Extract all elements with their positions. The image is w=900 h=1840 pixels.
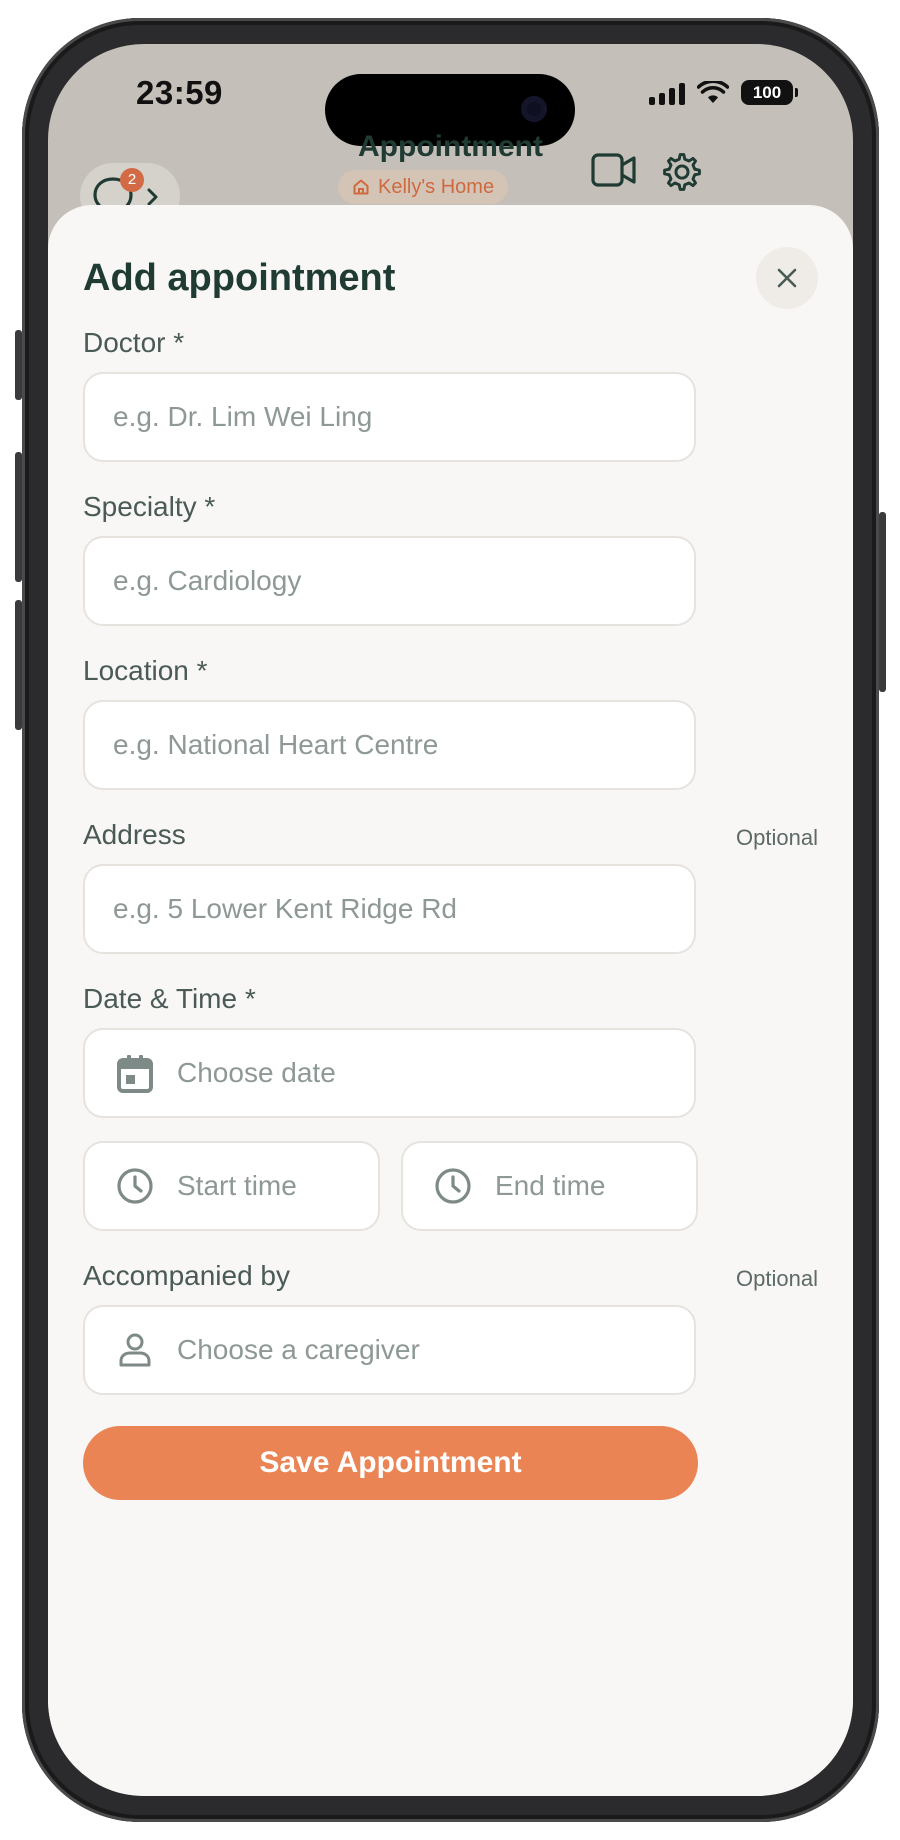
location-placeholder: e.g. National Heart Centre (113, 729, 439, 760)
status-time: 23:59 (136, 74, 223, 111)
location-input[interactable]: e.g. National Heart Centre (83, 700, 696, 790)
accompanied-optional-tag: Optional (736, 1266, 818, 1291)
datetime-label: Date & Time * (83, 983, 256, 1014)
notification-badge: 2 (120, 168, 144, 192)
end-time-picker[interactable]: End time (401, 1141, 698, 1231)
save-appointment-button[interactable]: Save Appointment (83, 1426, 698, 1500)
specialty-label: Specialty * (83, 491, 216, 522)
battery-indicator: 100 (741, 80, 798, 105)
page-title: Appointment (358, 130, 543, 163)
location-label: Location * (83, 655, 208, 686)
volume-up-button (15, 452, 22, 582)
caregiver-picker[interactable]: Choose a caregiver (83, 1305, 696, 1395)
address-input[interactable]: e.g. 5 Lower Kent Ridge Rd (83, 864, 696, 954)
calendar-icon (115, 1053, 155, 1093)
clock-icon (115, 1166, 155, 1206)
date-placeholder: Choose date (177, 1057, 336, 1088)
clock-icon (433, 1166, 473, 1206)
home-name: Kelly's Home (378, 175, 495, 198)
end-time-placeholder: End time (495, 1170, 606, 1201)
volume-down-button (15, 600, 22, 730)
action-button (15, 330, 22, 400)
close-button[interactable] (756, 247, 818, 309)
specialty-placeholder: e.g. Cardiology (113, 565, 302, 596)
person-icon (115, 1330, 155, 1370)
specialty-input[interactable]: e.g. Cardiology (83, 536, 696, 626)
start-time-picker[interactable]: Start time (83, 1141, 380, 1231)
accompanied-label: Accompanied by (83, 1260, 291, 1291)
status-icons: 100 (649, 80, 798, 105)
video-camera-icon[interactable] (590, 150, 638, 190)
doctor-input[interactable]: e.g. Dr. Lim Wei Ling (83, 372, 696, 462)
address-label: Address (83, 819, 186, 850)
sheet-title: Add appointment (83, 257, 396, 299)
power-button (879, 512, 886, 692)
signal-icon (649, 81, 685, 105)
screen: 23:59 100 2 Appointment Kelly's Home Add… (48, 44, 853, 1796)
house-icon (353, 179, 369, 195)
add-appointment-sheet: Add appointment Doctor * e.g. Dr. Lim We… (48, 205, 853, 1796)
close-icon (777, 268, 797, 288)
start-time-placeholder: Start time (177, 1170, 297, 1201)
doctor-label: Doctor * (83, 327, 185, 358)
address-optional-tag: Optional (736, 825, 818, 850)
address-placeholder: e.g. 5 Lower Kent Ridge Rd (113, 893, 457, 924)
caregiver-placeholder: Choose a caregiver (177, 1334, 420, 1365)
gear-icon[interactable] (660, 150, 704, 194)
doctor-placeholder: e.g. Dr. Lim Wei Ling (113, 401, 373, 432)
wifi-icon (697, 80, 729, 103)
chevron-right-icon (147, 188, 158, 206)
home-selector[interactable]: Kelly's Home (338, 170, 509, 204)
date-picker[interactable]: Choose date (83, 1028, 696, 1118)
